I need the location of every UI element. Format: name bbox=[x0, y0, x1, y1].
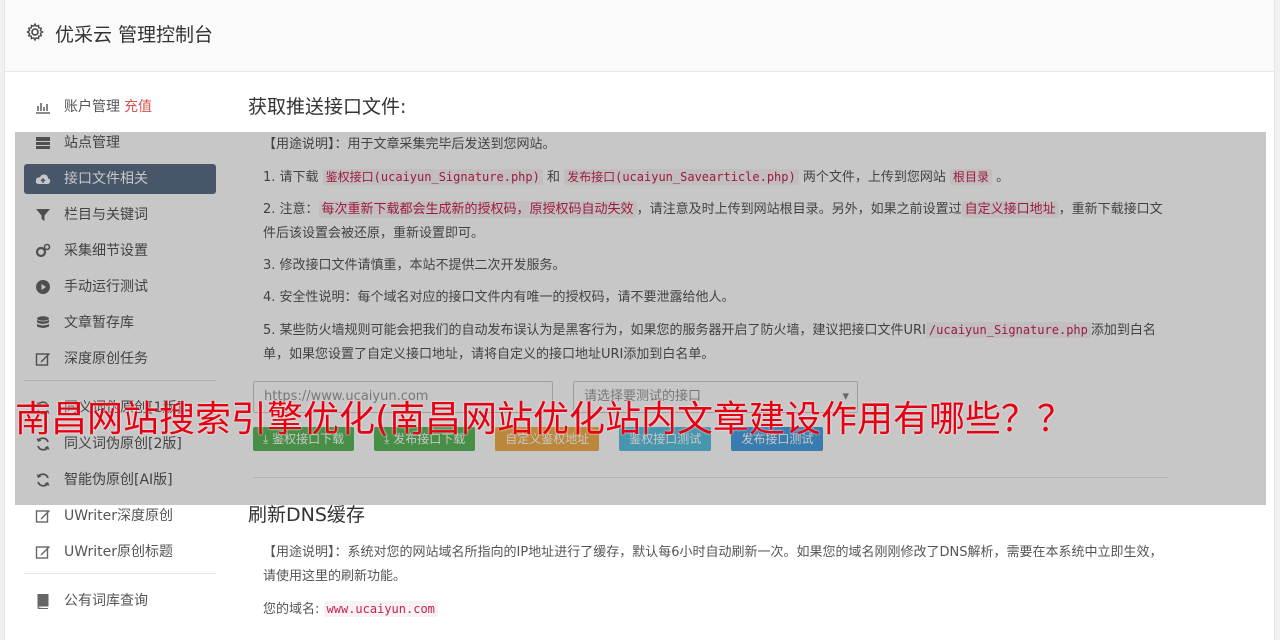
sidebar-item-account[interactable]: 账户管理 充值 bbox=[24, 92, 216, 122]
sidebar-item-label: UWriter深度原创 bbox=[64, 508, 173, 524]
sidebar-divider bbox=[24, 573, 216, 574]
edit-icon bbox=[35, 546, 50, 559]
dim-overlay bbox=[15, 132, 1266, 505]
bar-chart-icon bbox=[36, 103, 50, 114]
book-icon bbox=[37, 594, 49, 609]
overlay-banner-text: 南昌网站搜索引擎优化(南昌网站优化站内文章建设作用有哪些？？ bbox=[15, 399, 1074, 440]
sidebar-item-uwriter-deep[interactable]: UWriter深度原创 bbox=[24, 501, 216, 531]
recharge-link[interactable]: 充值 bbox=[124, 99, 152, 115]
edit-icon bbox=[35, 510, 50, 523]
sidebar-item-label: 账户管理 bbox=[64, 99, 120, 115]
sidebar-item-public-thesaurus[interactable]: 公有词库查询 bbox=[24, 586, 216, 616]
header: 优采云 管理控制台 bbox=[5, 0, 1274, 72]
sidebar-item-label: UWriter原创标题 bbox=[64, 544, 173, 560]
gear-icon bbox=[26, 22, 44, 42]
sidebar-item-label: 公有词库查询 bbox=[64, 593, 148, 609]
section-title-interface-files: 获取推送接口文件: bbox=[248, 96, 407, 118]
domain-line: 您的域名: www.ucaiyun.com bbox=[248, 597, 1168, 622]
dns-usage-note: 【用途说明】：系统对您的网站域名所指向的IP地址进行了缓存，默认每6小时自动刷新… bbox=[263, 545, 1163, 584]
sidebar-item-uwriter-title[interactable]: UWriter原创标题 bbox=[24, 537, 216, 567]
page-title: 优采云 管理控制台 bbox=[55, 24, 214, 46]
domain-value: www.ucaiyun.com bbox=[323, 601, 438, 617]
